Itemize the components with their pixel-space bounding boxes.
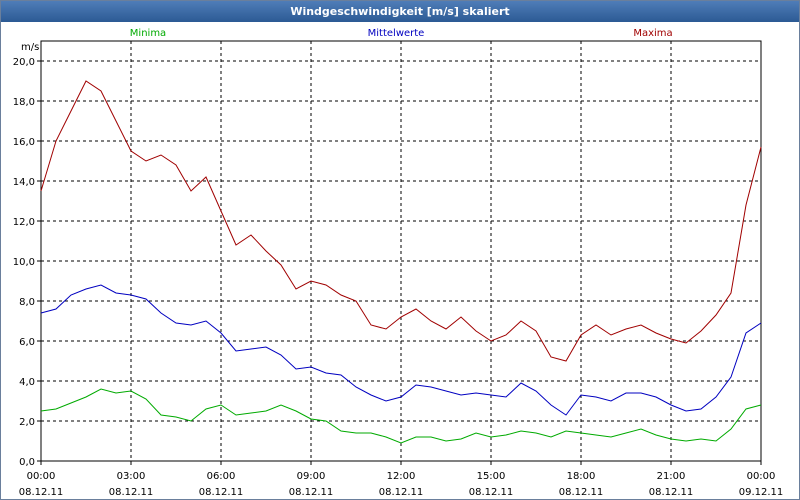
y-tick-label: 20,0: [13, 57, 35, 68]
x-tick-time-label: 06:00: [207, 471, 236, 482]
legend-entry-minima: Minima: [130, 28, 166, 39]
y-tick-label: 2,0: [19, 417, 35, 428]
y-tick-label: 8,0: [19, 297, 35, 308]
y-tick-label: 0,0: [19, 457, 35, 468]
chart-window: Windgeschwindigkeit [m/s] skaliert 0,0 2,…: [0, 0, 800, 500]
x-tick-date-label: 08.12.11: [199, 487, 244, 498]
y-axis-ticks: 0,0 2,0 4,0 6,0 8,0 10,0 12,0 14,0 16,0 18,0 20,0: [13, 57, 41, 468]
x-tick-time-label: 18:00: [567, 471, 596, 482]
legend-entry-maxima: Maxima: [633, 28, 672, 39]
x-tick-date-label: 08.12.11: [649, 487, 694, 498]
grid-layer: [40, 41, 762, 462]
y-axis-label: m/s: [21, 42, 39, 53]
legend-entry-mittelwerte: Mittelwerte: [368, 28, 425, 39]
x-tick-time-label: 03:00: [117, 471, 146, 482]
legend: Minima Mittelwerte Maxima: [130, 28, 673, 39]
series-layer: [40, 80, 762, 444]
x-tick-time-label: 21:00: [657, 471, 686, 482]
x-tick-date-label: 08.12.11: [19, 487, 64, 498]
x-tick-date-label: 09.12.11: [739, 487, 784, 498]
x-tick-date-label: 08.12.11: [469, 487, 514, 498]
x-tick-time-label: 15:00: [477, 471, 506, 482]
y-tick-label: 4,0: [19, 377, 35, 388]
y-tick-label: 6,0: [19, 337, 35, 348]
x-tick-time-label: 12:00: [387, 471, 416, 482]
y-tick-label: 12,0: [13, 217, 35, 228]
x-axis-ticks: 00:00 08.12.11 03:00 08.12.11 06:00 08.12.11 0…: [19, 461, 784, 498]
x-tick-date-label: 08.12.11: [109, 487, 154, 498]
x-tick-time-label: 09:00: [297, 471, 326, 482]
y-tick-label: 16,0: [13, 137, 35, 148]
y-tick-label: 18,0: [13, 97, 35, 108]
x-tick-time-label: 00:00: [747, 471, 776, 482]
x-tick-date-label: 08.12.11: [559, 487, 604, 498]
wind-speed-chart: 0,02,04,06,08,010,012,014,016,018,020,0 …: [13, 28, 784, 498]
x-tick-time-label: 00:00: [27, 471, 56, 482]
y-tick-label: 14,0: [13, 177, 35, 188]
y-tick-label: 10,0: [13, 257, 35, 268]
x-tick-date-label: 08.12.11: [379, 487, 424, 498]
x-tick-date-label: 08.12.11: [289, 487, 334, 498]
